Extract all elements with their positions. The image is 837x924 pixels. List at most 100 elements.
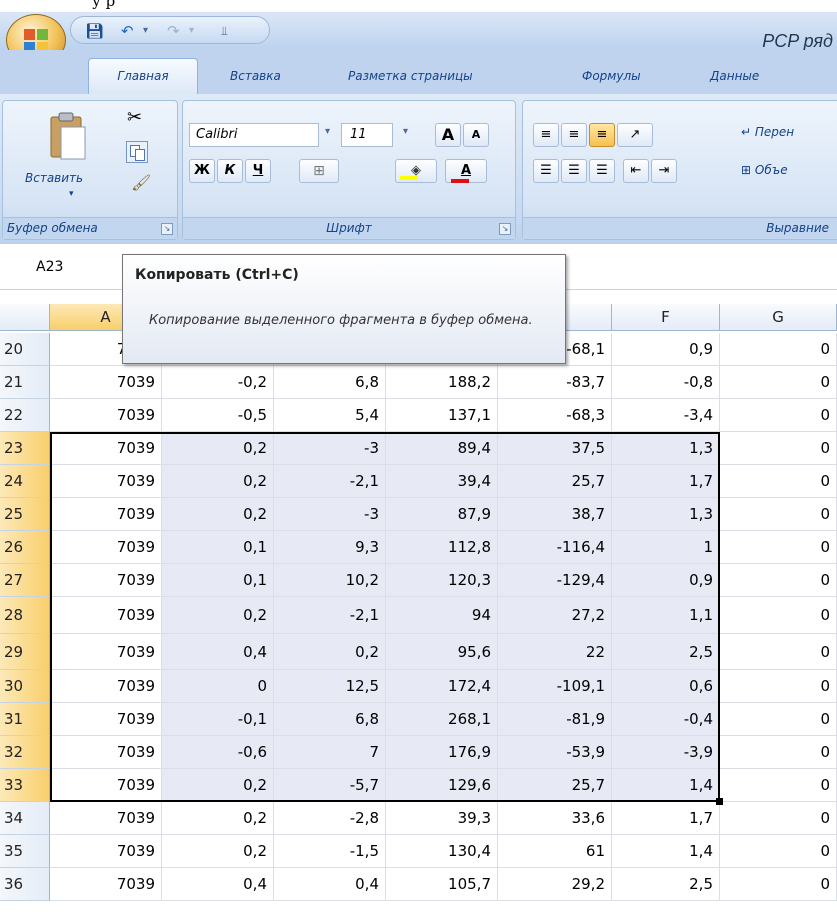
font-name-input[interactable]: Calibri: [189, 123, 319, 147]
tab-page-layout[interactable]: Разметка страницы: [348, 69, 473, 83]
table-cell[interactable]: 7039: [50, 868, 162, 901]
table-cell[interactable]: 137,1: [386, 399, 498, 432]
table-cell[interactable]: 7039: [50, 802, 162, 835]
table-cell[interactable]: 0,2: [162, 597, 274, 634]
align-bottom-button[interactable]: ≡: [589, 123, 615, 147]
table-cell[interactable]: 12,5: [274, 670, 386, 703]
align-right-button[interactable]: ☰: [589, 159, 615, 183]
undo-dropdown-icon[interactable]: ▾: [143, 21, 148, 41]
undo-icon[interactable]: ↶: [121, 21, 134, 41]
table-cell[interactable]: 2,5: [612, 868, 720, 901]
shrink-font-button[interactable]: A: [463, 123, 489, 147]
row-header[interactable]: 26: [0, 531, 50, 564]
align-center-button[interactable]: ☰: [561, 159, 587, 183]
table-cell[interactable]: 0,9: [612, 564, 720, 597]
table-cell[interactable]: 7039: [50, 634, 162, 670]
table-cell[interactable]: -3: [274, 498, 386, 531]
table-cell[interactable]: 0: [720, 333, 837, 366]
table-cell[interactable]: 39,3: [386, 802, 498, 835]
table-cell[interactable]: 0: [720, 432, 837, 465]
table-cell[interactable]: -2,1: [274, 597, 386, 634]
table-cell[interactable]: 5,4: [274, 399, 386, 432]
row-header[interactable]: 21: [0, 366, 50, 399]
row-header[interactable]: 24: [0, 465, 50, 498]
font-size-dropdown-icon[interactable]: ▾: [403, 126, 408, 137]
table-cell[interactable]: 7039: [50, 399, 162, 432]
table-cell[interactable]: 0,2: [162, 835, 274, 868]
table-cell[interactable]: -0,2: [162, 366, 274, 399]
row-header[interactable]: 28: [0, 597, 50, 634]
table-cell[interactable]: 7039: [50, 465, 162, 498]
table-cell[interactable]: 7039: [50, 597, 162, 634]
table-cell[interactable]: 10,2: [274, 564, 386, 597]
table-cell[interactable]: -3,4: [612, 399, 720, 432]
row-header[interactable]: 31: [0, 703, 50, 736]
table-cell[interactable]: 61: [498, 835, 612, 868]
tab-home[interactable]: Главная: [88, 58, 198, 94]
table-cell[interactable]: 22: [498, 634, 612, 670]
align-top-button[interactable]: ≡: [533, 123, 559, 147]
table-cell[interactable]: 6,8: [274, 703, 386, 736]
table-cell[interactable]: -0,6: [162, 736, 274, 769]
table-cell[interactable]: 112,8: [386, 531, 498, 564]
format-painter-icon[interactable]: 🖌︎: [131, 173, 151, 192]
decrease-indent-button[interactable]: ⇤: [623, 159, 649, 183]
table-cell[interactable]: 0: [720, 868, 837, 901]
table-cell[interactable]: 37,5: [498, 432, 612, 465]
table-cell[interactable]: 94: [386, 597, 498, 634]
italic-button[interactable]: К: [217, 159, 243, 183]
table-cell[interactable]: -0,8: [612, 366, 720, 399]
table-cell[interactable]: 1,3: [612, 498, 720, 531]
table-cell[interactable]: 27,2: [498, 597, 612, 634]
table-cell[interactable]: -81,9: [498, 703, 612, 736]
row-header[interactable]: 20: [0, 333, 50, 366]
table-cell[interactable]: 176,9: [386, 736, 498, 769]
merge-center-button[interactable]: ⊞ Объе: [741, 163, 788, 177]
row-header[interactable]: 33: [0, 769, 50, 802]
font-size-input[interactable]: 11: [341, 123, 393, 147]
table-cell[interactable]: 6,8: [274, 366, 386, 399]
table-cell[interactable]: 7039: [50, 670, 162, 703]
table-cell[interactable]: 38,7: [498, 498, 612, 531]
table-cell[interactable]: 188,2: [386, 366, 498, 399]
table-cell[interactable]: 7039: [50, 769, 162, 802]
table-cell[interactable]: -116,4: [498, 531, 612, 564]
fill-color-button[interactable]: ◈: [395, 159, 437, 183]
spreadsheet-grid[interactable]: ABCDEFG207039-68,10,90217039-0,26,8188,2…: [0, 304, 837, 924]
column-header-f[interactable]: F: [612, 304, 720, 331]
table-cell[interactable]: -3: [274, 432, 386, 465]
table-cell[interactable]: 0,2: [162, 802, 274, 835]
select-all-corner[interactable]: [0, 304, 50, 331]
table-cell[interactable]: -5,7: [274, 769, 386, 802]
table-cell[interactable]: 87,9: [386, 498, 498, 531]
cut-icon[interactable]: ✂: [127, 107, 142, 128]
table-cell[interactable]: 129,6: [386, 769, 498, 802]
table-cell[interactable]: 89,4: [386, 432, 498, 465]
table-cell[interactable]: 0,1: [162, 564, 274, 597]
table-cell[interactable]: 0: [720, 498, 837, 531]
paste-label[interactable]: Вставить: [25, 171, 83, 185]
row-header[interactable]: 23: [0, 432, 50, 465]
table-cell[interactable]: 7039: [50, 432, 162, 465]
row-header[interactable]: 36: [0, 868, 50, 901]
table-cell[interactable]: 0: [720, 564, 837, 597]
table-cell[interactable]: 9,3: [274, 531, 386, 564]
name-box[interactable]: A23: [0, 254, 118, 280]
table-cell[interactable]: 0: [720, 465, 837, 498]
table-cell[interactable]: 0,6: [612, 670, 720, 703]
row-header[interactable]: 32: [0, 736, 50, 769]
increase-indent-button[interactable]: ⇥: [651, 159, 677, 183]
table-cell[interactable]: 0,2: [162, 498, 274, 531]
wrap-text-button[interactable]: ↵ Перен: [741, 125, 794, 139]
copy-icon[interactable]: [126, 141, 148, 163]
paste-icon[interactable]: [49, 111, 89, 163]
table-cell[interactable]: -83,7: [498, 366, 612, 399]
table-cell[interactable]: -129,4: [498, 564, 612, 597]
table-cell[interactable]: 0,2: [162, 465, 274, 498]
table-cell[interactable]: 0,2: [274, 634, 386, 670]
borders-button[interactable]: ⊞: [299, 159, 339, 183]
table-cell[interactable]: 0: [720, 835, 837, 868]
table-cell[interactable]: 7039: [50, 835, 162, 868]
table-cell[interactable]: 39,4: [386, 465, 498, 498]
table-cell[interactable]: 0: [162, 670, 274, 703]
